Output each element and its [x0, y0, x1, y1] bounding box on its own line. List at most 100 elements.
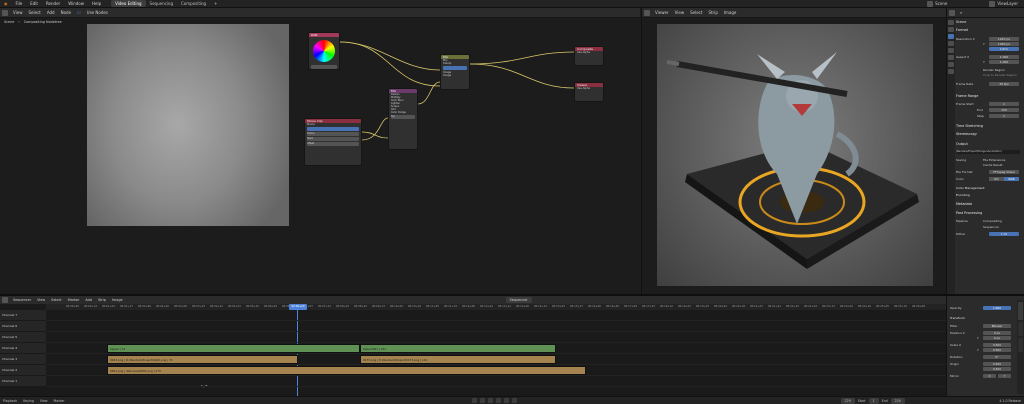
channel-header[interactable]: Channel 6 [0, 321, 46, 332]
resolution-y-field[interactable]: 1080 px [989, 42, 1019, 46]
menu-help[interactable]: Help [88, 1, 105, 6]
jump-start-icon[interactable] [471, 397, 477, 403]
end-frame-field[interactable]: 229 [890, 397, 905, 404]
image-strip[interactable]: 0043.png | D:\Renders\Project\0043.png |… [107, 355, 298, 364]
seq-menu-image[interactable]: Image [109, 298, 126, 302]
position-y-field[interactable]: 0 px [983, 336, 1011, 340]
composite-node[interactable]: Composite Use Alpha [574, 46, 604, 66]
playback-menu[interactable]: Playback [0, 399, 20, 403]
stereoscopy-section[interactable]: Stereoscopy [956, 132, 977, 136]
resolution-percent-field[interactable]: 100% [989, 47, 1019, 51]
image-strip[interactable]: 0001.png | /Renders/0001.png | 179 [107, 366, 586, 375]
channel-lane[interactable] [46, 332, 946, 343]
composite-use-alpha[interactable]: Use Alpha [575, 51, 603, 54]
jump-end-icon[interactable] [511, 397, 517, 403]
properties-editor-icon[interactable] [949, 9, 955, 16]
clip-frame-field[interactable]: Frame [307, 132, 359, 136]
prev-key-icon[interactable] [479, 397, 485, 403]
seq-menu-view[interactable]: View [34, 298, 48, 302]
preview-mode[interactable]: Viewer [652, 10, 672, 15]
compositing-checkbox[interactable]: Compositing [983, 219, 1002, 223]
crop-region-checkbox[interactable]: Crop to Render Region [983, 73, 1017, 77]
play-icon[interactable] [495, 397, 501, 403]
color-wheel[interactable] [313, 40, 335, 62]
viewer-use-alpha[interactable]: Use Alpha [575, 87, 603, 90]
metadata-section[interactable]: Metadata [956, 202, 972, 206]
mix-fac-field[interactable] [443, 66, 467, 70]
effect-strip[interactable]: Speed | 74 [107, 344, 360, 353]
mix-node[interactable]: Mix Mix Clamp Image Image [440, 54, 470, 90]
menu-file[interactable]: File [12, 1, 27, 6]
view-menu[interactable]: View [37, 399, 51, 403]
blend-color-dodge[interactable]: Color Dodge [389, 111, 417, 114]
step-field[interactable]: 1 [989, 114, 1019, 118]
frame-rate-dropdown[interactable]: 25 fps [989, 82, 1019, 86]
next-key-icon[interactable] [503, 397, 509, 403]
sidebar-tab-modifiers[interactable] [1018, 322, 1023, 336]
channel-header[interactable]: Channel 2 [0, 365, 46, 376]
clip-offset-field[interactable]: Offset [307, 142, 359, 146]
file-format-dropdown[interactable]: FFmpeg Video [989, 170, 1019, 174]
preview-menu-select[interactable]: Select [687, 10, 705, 15]
channel-lane[interactable] [46, 310, 946, 321]
clip-file-field[interactable] [307, 127, 359, 131]
sidebar-tab-strip[interactable] [1018, 302, 1023, 320]
origin-y-field[interactable]: 0.500 [983, 367, 1011, 371]
view-layer-selector[interactable]: ViewLayer [997, 1, 1024, 6]
mirror-x-button[interactable]: X [983, 374, 996, 378]
tab-video-editing[interactable]: Video Editing [111, 0, 146, 7]
preview-editor-icon[interactable] [644, 9, 650, 16]
seq-menu-select[interactable]: Select [48, 298, 64, 302]
mirror-y-button[interactable]: Y [998, 374, 1011, 378]
opacity-field[interactable]: 1.000 [983, 306, 1011, 310]
blender-logo-icon[interactable]: ◉ [0, 1, 12, 6]
keying-menu[interactable]: Keying [20, 399, 37, 403]
position-x-field[interactable]: 0 px [983, 331, 1011, 335]
color-rgb-button[interactable]: RGB [1004, 177, 1019, 181]
encoding-section[interactable]: Encoding [956, 193, 970, 197]
tab-compositing[interactable]: Compositing [177, 0, 210, 7]
tab-collection[interactable] [948, 62, 954, 67]
image-strip[interactable]: 0173.png | D:\Renders\Project\0173.png |… [360, 355, 556, 364]
aspect-y-field[interactable]: 1.000 [989, 60, 1019, 64]
color-bw-button[interactable]: BW [989, 177, 1004, 181]
rgb-node[interactable]: RGB [308, 32, 340, 70]
search-icon[interactable]: ⌕ [957, 10, 965, 15]
menu-render[interactable]: Render [42, 1, 64, 6]
seq-menu-add[interactable]: Add [82, 298, 95, 302]
sequencer-timeline[interactable]: Sequencer View Select Marker Add Strip I… [0, 294, 946, 398]
seq-editor-type[interactable]: Sequencer [10, 298, 34, 302]
strip-sidebar[interactable]: Opacity 1.000 Transform Filter Bilinear … [946, 294, 1024, 396]
add-workspace-button[interactable]: + [210, 0, 221, 7]
rgb-value-field[interactable] [311, 65, 337, 69]
output-path-field[interactable]: /Renders/Project/DragonAnimation/ [956, 150, 1020, 154]
preview-menu-strip[interactable]: Strip [705, 10, 720, 15]
tab-texture[interactable] [948, 69, 954, 74]
current-frame-field[interactable]: 229 [840, 397, 855, 404]
channel-header[interactable]: Channel 1 [0, 376, 46, 387]
time-stretching-section[interactable]: Time Stretching [956, 124, 983, 128]
channel-header[interactable]: Channel 4 [0, 343, 46, 354]
tab-scene[interactable] [948, 48, 954, 53]
aspect-x-field[interactable]: 1.000 [989, 55, 1019, 59]
rotation-field[interactable]: 0° [983, 355, 1011, 359]
tab-output[interactable] [948, 34, 954, 39]
channel-header[interactable]: Channel 3 [0, 354, 46, 365]
properties-editor[interactable]: ⌕ Scene Format Resolution X 1920 px Y 10… [946, 8, 1024, 294]
sequencer-editor-icon[interactable] [2, 297, 8, 303]
scale-y-field[interactable]: 0.500 [983, 348, 1011, 352]
tab-view-layer[interactable] [948, 41, 954, 46]
resolution-x-field[interactable]: 1920 px [989, 37, 1019, 41]
channel-header[interactable]: Channel 7 [0, 310, 46, 321]
transform-section[interactable]: Transform [950, 316, 965, 320]
mix-color-fac-field[interactable]: Fac [391, 115, 415, 119]
mix-color-node[interactable]: Mix Darken Multiply Color Burn Lighten S… [388, 88, 418, 150]
sidebar-tab-cache[interactable] [1018, 338, 1023, 352]
menu-window[interactable]: Window [64, 1, 88, 6]
scale-x-field[interactable]: 0.500 [983, 343, 1011, 347]
play-reverse-icon[interactable] [487, 397, 493, 403]
compositor-editor[interactable]: View Select Add Node ☑ Use Nodes Scene ›… [0, 8, 640, 294]
frame-range-section[interactable]: Frame Range [956, 94, 978, 98]
seq-view-mode-dropdown[interactable]: Sequencer [505, 297, 532, 303]
viewer-node[interactable]: Viewer Use Alpha [574, 82, 604, 102]
